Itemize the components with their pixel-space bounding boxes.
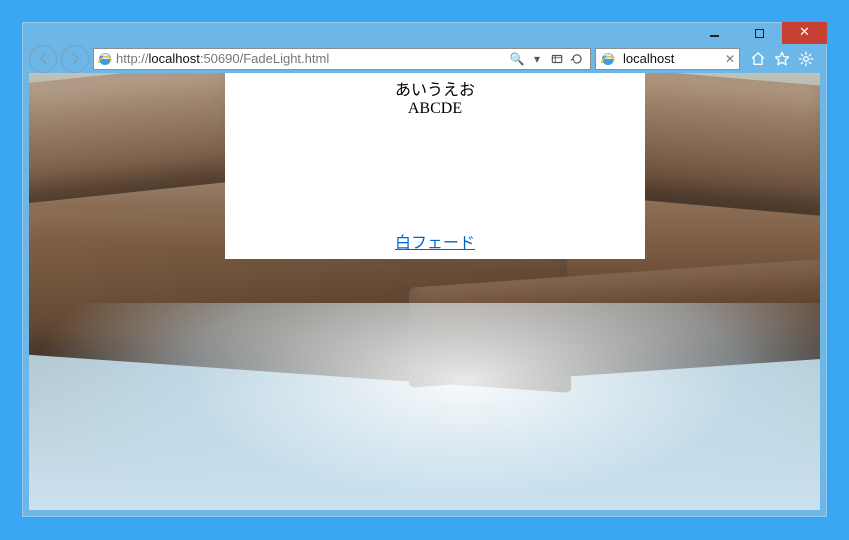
viewport: あいうえお ABCDE 白フェード <box>29 73 820 510</box>
fade-link[interactable]: 白フェード <box>225 229 645 253</box>
ie-icon <box>97 51 113 67</box>
back-button[interactable] <box>29 45 57 73</box>
arrow-right-icon <box>69 52 82 65</box>
tab-close-icon[interactable]: ✕ <box>725 52 735 66</box>
background-rock <box>29 73 239 205</box>
favorites-icon[interactable] <box>774 51 790 67</box>
toolbar: http://localhost:50690/FadeLight.html 🔍 … <box>29 44 820 73</box>
chrome-controls <box>744 51 820 67</box>
tab-title: localhost <box>623 51 721 66</box>
url-port: :50690 <box>200 51 240 66</box>
url-text: http://localhost:50690/FadeLight.html <box>116 51 507 66</box>
refresh-icon[interactable] <box>570 52 584 66</box>
minimize-button[interactable] <box>692 22 737 44</box>
forward-button[interactable] <box>61 45 89 73</box>
maximize-button[interactable] <box>737 22 782 44</box>
page-text-line1: あいうえお <box>225 76 645 100</box>
search-icon[interactable]: 🔍 <box>510 52 524 66</box>
gear-icon[interactable] <box>798 51 814 67</box>
background-mist <box>29 303 820 510</box>
arrow-left-icon <box>37 52 50 65</box>
compat-icon[interactable] <box>550 52 564 66</box>
dropdown-icon[interactable]: ▾ <box>530 52 544 66</box>
page-content: あいうえお ABCDE 白フェード <box>225 73 645 259</box>
url-path: /FadeLight.html <box>240 51 330 66</box>
close-button[interactable] <box>782 22 827 44</box>
url-host: localhost <box>149 51 200 66</box>
page-text-line2: ABCDE <box>225 100 645 118</box>
address-bar[interactable]: http://localhost:50690/FadeLight.html 🔍 … <box>93 48 591 70</box>
titlebar <box>22 22 827 44</box>
home-icon[interactable] <box>750 51 766 67</box>
browser-window: http://localhost:50690/FadeLight.html 🔍 … <box>21 21 828 518</box>
tab[interactable]: localhost ✕ <box>595 48 740 70</box>
address-bar-controls: 🔍 ▾ <box>507 52 587 66</box>
ie-icon <box>600 51 616 67</box>
url-scheme: http:// <box>116 51 149 66</box>
